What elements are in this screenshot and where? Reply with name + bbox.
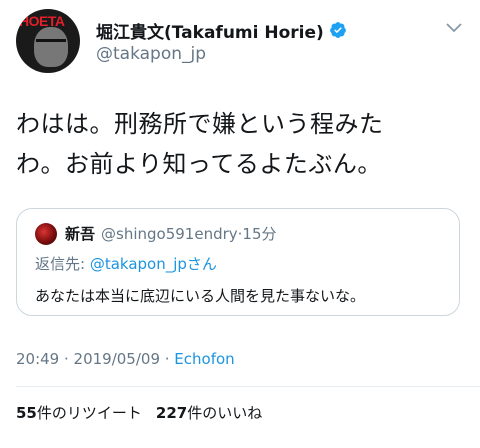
author-name-row[interactable]: 堀江貴文(Takafumi Horie) (96, 18, 347, 43)
tweet-text: わはは。刑務所で嫌という程みた わ。お前より知ってるよたぶん。 (16, 104, 466, 184)
source-app-link[interactable]: Echofon (174, 350, 234, 368)
avatar-face (34, 27, 68, 67)
reply-prefix: 返信先: (35, 255, 90, 273)
author-handle[interactable]: @takapon_jp (96, 44, 206, 64)
divider (16, 386, 480, 387)
author-display-name[interactable]: 堀江貴文(Takafumi Horie) (96, 18, 324, 43)
tweet-metadata: 20:49 · 2019/05/09 · Echofon (16, 350, 235, 368)
quoted-author-avatar (35, 223, 57, 245)
like-count: 227 (155, 404, 188, 422)
verified-badge-icon (329, 22, 346, 38)
tweet-text-line: わ。お前より知ってるよたぶん。 (16, 150, 382, 178)
like-stat[interactable]: 227件のいいね (156, 402, 262, 423)
retweet-label: 件のリツイート (36, 404, 142, 422)
tweet-timestamp[interactable]: 20:49 · 2019/05/09 · (16, 350, 174, 368)
avatar-logo-text: HOETA (19, 13, 65, 29)
quoted-author-handle-time: @shingo591endry·15分 (101, 225, 277, 243)
reply-to-link[interactable]: @takapon_jpさん (90, 255, 217, 273)
quoted-tweet[interactable]: 新吾 @shingo591endry·15分 返信先: @takapon_jpさ… (16, 208, 460, 316)
chevron-down-icon[interactable] (446, 22, 462, 34)
retweet-count: 55 (16, 404, 37, 422)
avatar-glasses (36, 39, 66, 46)
retweet-stat[interactable]: 55件のリツイート (16, 402, 142, 423)
author-avatar[interactable]: HOETA (16, 9, 80, 73)
like-label: 件のいいね (187, 404, 263, 422)
quoted-reply-to: 返信先: @takapon_jpさん (35, 253, 217, 274)
quoted-author-name: 新吾 (65, 225, 96, 243)
engagement-stats: 55件のリツイート 227件のいいね (16, 402, 262, 423)
tweet-text-line: わはは。刑務所で嫌という程みた (16, 110, 384, 138)
quoted-tweet-text: あなたは本当に底辺にいる人間を見た事ないな。 (35, 287, 366, 305)
quoted-tweet-header: 新吾 @shingo591endry·15分 (65, 223, 277, 244)
